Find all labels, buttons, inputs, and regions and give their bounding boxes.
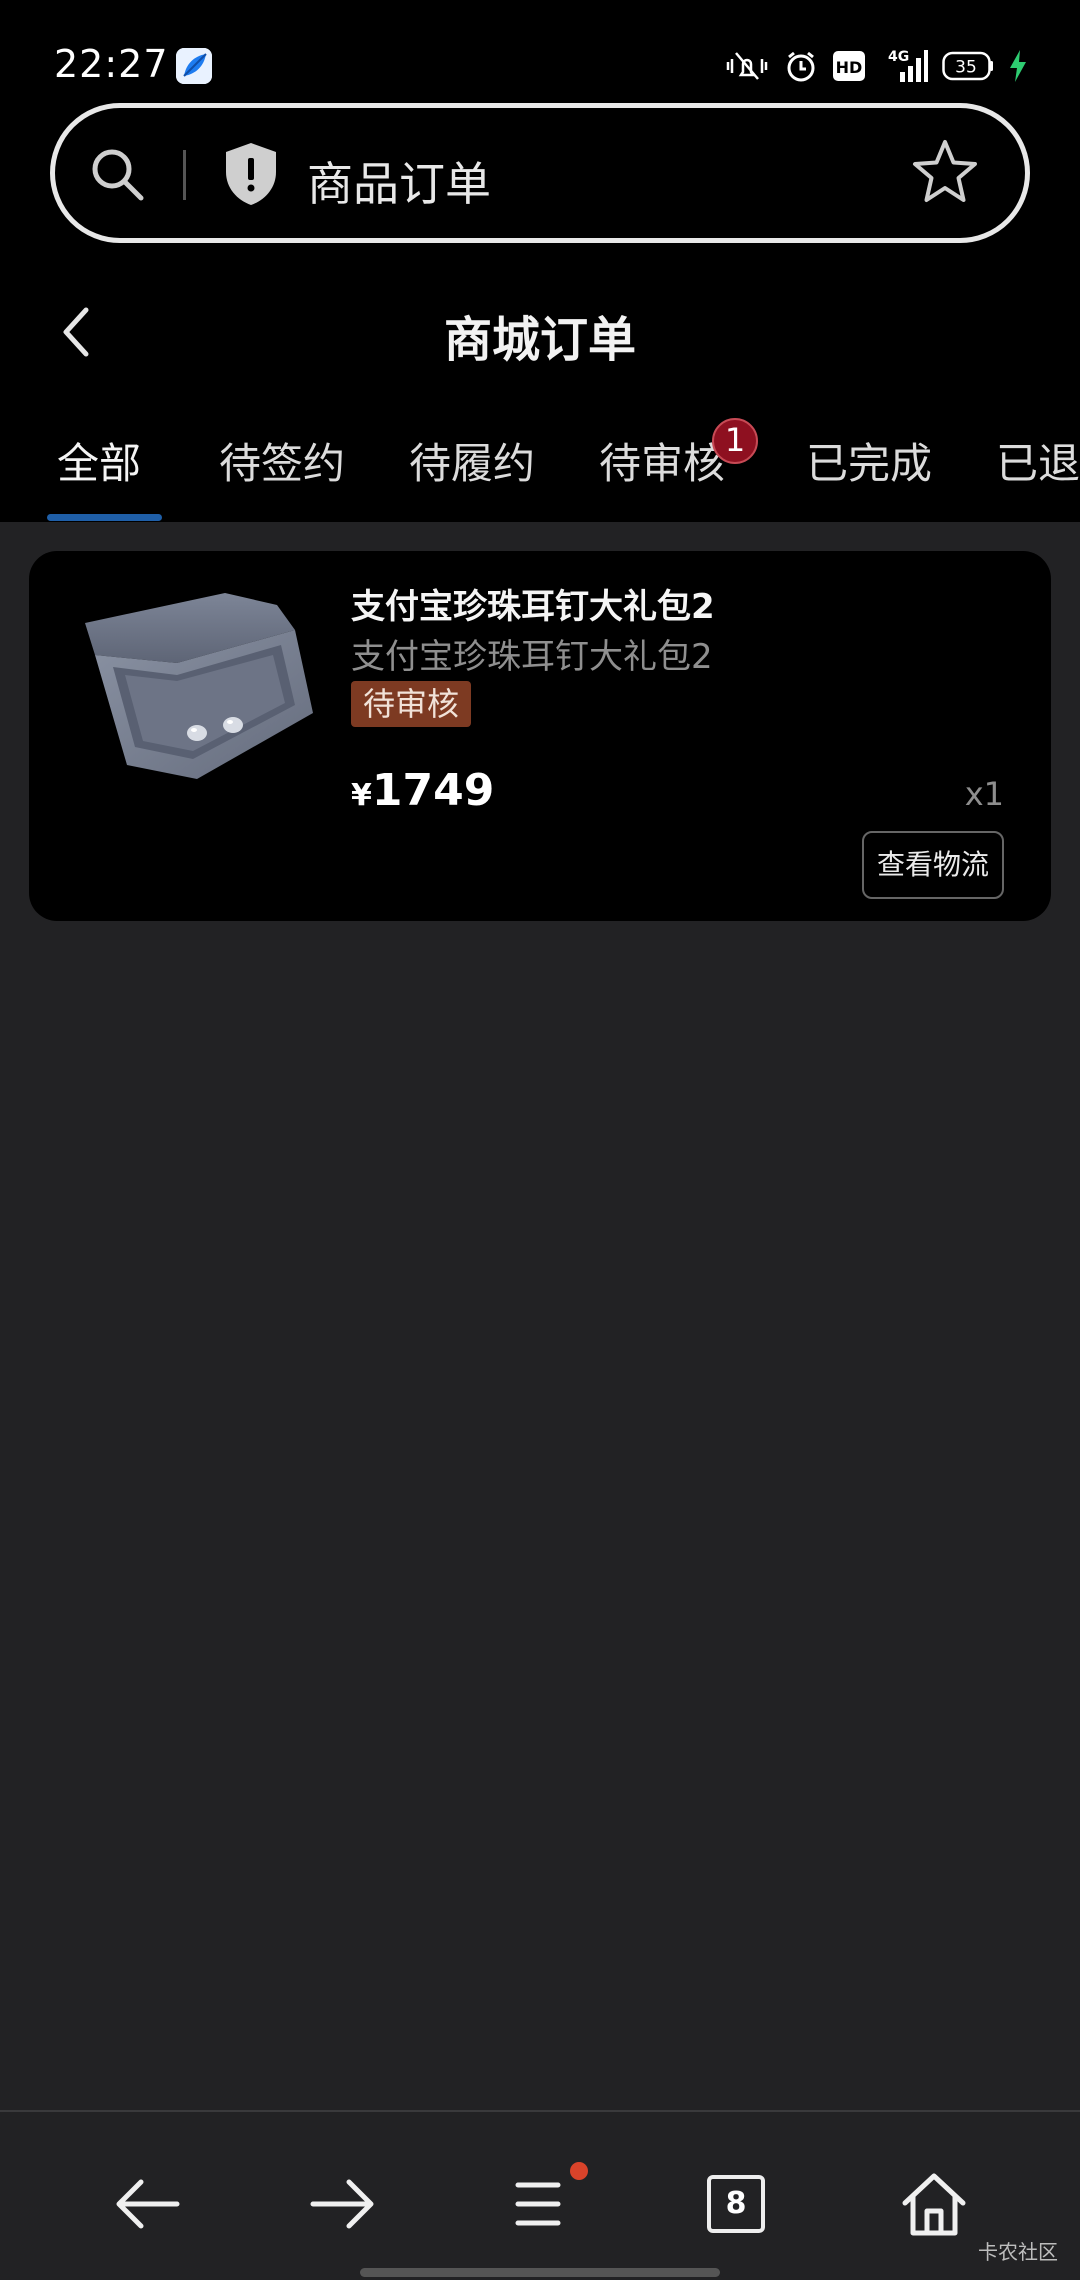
back-arrow-icon[interactable] <box>108 2164 188 2244</box>
status-time: 22:27 <box>54 42 169 86</box>
battery-icon: 35 <box>942 50 994 82</box>
signal-icon: 4G <box>880 48 928 84</box>
app-notification-icon <box>176 48 212 84</box>
menu-icon[interactable] <box>498 2164 578 2244</box>
tabs-icon[interactable]: 8 <box>696 2164 776 2244</box>
watermark-text: 卡农社区 <box>978 2240 1058 2264</box>
tab-all[interactable]: 全部 <box>57 430 141 491</box>
tabs-count: 8 <box>707 2175 765 2233</box>
status-icons: HD 4G 35 <box>724 46 1028 86</box>
bookmark-star-icon[interactable] <box>911 138 979 206</box>
tab-completed[interactable]: 已完成 <box>806 430 932 491</box>
network-type: 4G <box>888 49 909 65</box>
home-icon[interactable] <box>894 2164 974 2244</box>
address-title[interactable]: 商品订单 <box>307 148 491 214</box>
browser-bottom-nav: 8 <box>0 2110 1080 2280</box>
view-logistics-button[interactable]: 查看物流 <box>862 831 1004 899</box>
status-bar: 22:27 HD 4G 35 <box>0 0 1080 100</box>
charging-icon <box>1008 49 1028 83</box>
hd-icon: HD <box>832 50 866 82</box>
tab-refunded[interactable]: 已退款 <box>996 430 1080 491</box>
alarm-icon <box>784 49 818 83</box>
menu-notification-dot <box>570 2162 588 2180</box>
active-tab-indicator <box>47 514 162 521</box>
product-image[interactable] <box>65 575 355 805</box>
address-divider <box>183 150 186 200</box>
page-header: 商城订单 <box>0 280 1080 380</box>
order-price: ¥1749 <box>351 765 494 816</box>
hd-label: HD <box>836 58 863 77</box>
tab-notification-badge: 1 <box>712 418 758 464</box>
search-icon[interactable] <box>87 144 147 204</box>
order-status-tabs: 全部 待签约 待履约 待审核 1 已完成 已退款 <box>0 410 1080 522</box>
product-name[interactable]: 支付宝珍珠耳钉大礼包2 <box>351 579 715 628</box>
tab-pending-signing[interactable]: 待签约 <box>219 430 345 491</box>
security-warning-icon[interactable] <box>221 140 281 208</box>
tab-pending-fulfillment[interactable]: 待履约 <box>409 430 535 491</box>
battery-level: 35 <box>955 58 977 78</box>
vibrate-mute-icon <box>724 49 770 83</box>
page-title: 商城订单 <box>443 312 636 368</box>
product-subtitle: 支付宝珍珠耳钉大礼包2 <box>351 637 713 677</box>
order-quantity: x1 <box>964 775 1004 813</box>
forward-arrow-icon[interactable] <box>302 2164 382 2244</box>
price-currency: ¥ <box>351 778 372 813</box>
address-bar[interactable]: 商品订单 <box>50 103 1030 243</box>
price-value: 1749 <box>371 765 495 816</box>
tab-pending-review[interactable]: 待审核 <box>599 430 725 491</box>
order-card[interactable]: 支付宝珍珠耳钉大礼包2 支付宝珍珠耳钉大礼包2 待审核 ¥1749 x1 查看物… <box>29 551 1051 921</box>
home-indicator[interactable] <box>360 2268 720 2277</box>
order-status-badge: 待审核 <box>351 681 472 727</box>
